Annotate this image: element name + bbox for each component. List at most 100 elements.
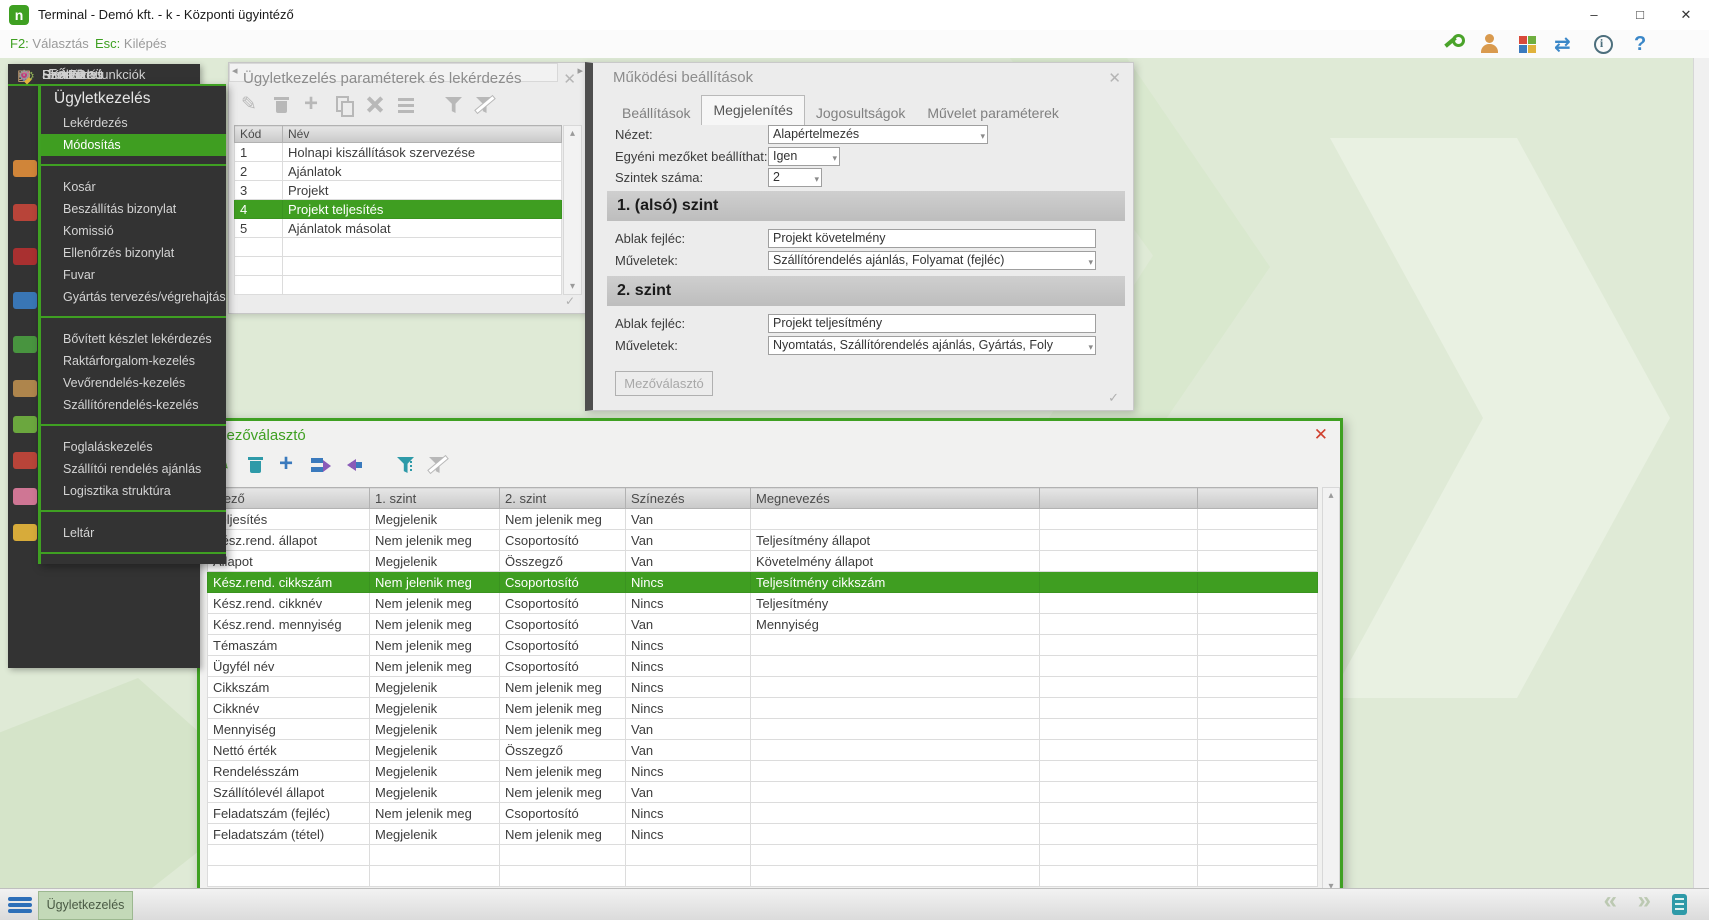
- cell-szint2[interactable]: Csoportosító: [500, 656, 626, 677]
- cell-mezo[interactable]: [208, 845, 370, 866]
- cell-megnevezes[interactable]: Teljesítmény cikkszám: [751, 572, 1040, 593]
- scroll-right-icon[interactable]: ▸: [577, 64, 583, 77]
- cell-szint2[interactable]: Nem jelenik meg: [500, 677, 626, 698]
- maximize-icon[interactable]: □: [1617, 0, 1663, 30]
- taskbar-tab-ugyletkezeles[interactable]: Ügyletkezelés: [38, 891, 133, 920]
- add-icon[interactable]: [276, 453, 300, 477]
- column-header[interactable]: Színezés: [626, 488, 751, 509]
- vertical-scrollbar[interactable]: ▴ ▾: [563, 125, 582, 295]
- table-row[interactable]: 2 Ajánlatok: [235, 162, 562, 181]
- hamburger-icon[interactable]: [8, 897, 32, 913]
- level2-ablak-input[interactable]: Projekt teljesítmény: [768, 314, 1096, 333]
- cell-empty[interactable]: [1040, 845, 1198, 866]
- column-header[interactable]: Kód: [235, 126, 283, 143]
- move-back-icon[interactable]: [340, 453, 364, 477]
- cell-mezo[interactable]: Kész.rend. cikknév: [208, 593, 370, 614]
- cell-empty[interactable]: [1040, 782, 1198, 803]
- cell-szinezes[interactable]: Van: [626, 782, 751, 803]
- cell-megnevezes[interactable]: [751, 509, 1040, 530]
- submenu-item[interactable]: [41, 164, 226, 166]
- cell-mezo[interactable]: Cikknév: [208, 698, 370, 719]
- submenu-item[interactable]: Gyártás tervezés/végrehajtás: [41, 286, 226, 308]
- submenu-item[interactable]: Ellenőrzés bizonylat: [41, 242, 226, 264]
- cell-szinezes[interactable]: Van: [626, 740, 751, 761]
- cell-mezo[interactable]: [208, 866, 370, 887]
- cell-megnevezes[interactable]: [751, 698, 1040, 719]
- cell-kod[interactable]: [235, 257, 283, 276]
- cell-nev[interactable]: [283, 238, 562, 257]
- cell-kod[interactable]: 1: [235, 143, 283, 162]
- cell-empty[interactable]: [1198, 824, 1318, 845]
- submenu-item[interactable]: [41, 316, 226, 318]
- cell-szinezes[interactable]: Van: [626, 719, 751, 740]
- tools-icon[interactable]: [363, 93, 387, 117]
- cell-empty[interactable]: [1040, 551, 1198, 572]
- cell-empty[interactable]: [1198, 782, 1318, 803]
- cell-empty[interactable]: [1040, 509, 1198, 530]
- table-row[interactable]: Témaszám Nem jelenik meg Csoportosító Ni…: [208, 635, 1318, 656]
- cell-szinezes[interactable]: Nincs: [626, 677, 751, 698]
- cell-nev[interactable]: Ajánlatok másolat: [283, 219, 562, 238]
- cell-szinezes[interactable]: Nincs: [626, 698, 751, 719]
- cell-szint2[interactable]: Nem jelenik meg: [500, 782, 626, 803]
- cell-empty[interactable]: [1198, 551, 1318, 572]
- submenu-item[interactable]: Kosár: [41, 176, 226, 198]
- table-row[interactable]: Kész.rend. mennyiség Nem jelenik meg Cso…: [208, 614, 1318, 635]
- filter-clear-icon[interactable]: [426, 453, 450, 477]
- sidebar-item[interactable]: Rendszerfunkciók: [8, 64, 200, 86]
- table-row[interactable]: [235, 257, 562, 276]
- cell-szint1[interactable]: Nem jelenik meg: [370, 530, 500, 551]
- cell-szinezes[interactable]: [626, 845, 751, 866]
- cell-szint1[interactable]: Megjelenik: [370, 677, 500, 698]
- table-row[interactable]: Cikkszám Megjelenik Nem jelenik meg Ninc…: [208, 677, 1318, 698]
- cell-szint1[interactable]: Nem jelenik meg: [370, 803, 500, 824]
- table-row[interactable]: Rendelésszám Megjelenik Nem jelenik meg …: [208, 761, 1318, 782]
- submenu-item[interactable]: Szállítói rendelés ajánlás: [41, 458, 226, 480]
- cell-empty[interactable]: [1198, 509, 1318, 530]
- cell-szint2[interactable]: Összegző: [500, 740, 626, 761]
- level2-muveletek-dropdown[interactable]: Nyomtatás, Szállítórendelés ajánlás, Gyá…: [768, 336, 1096, 355]
- cell-szint1[interactable]: Megjelenik: [370, 740, 500, 761]
- column-header[interactable]: Mező: [208, 488, 370, 509]
- cell-kod[interactable]: [235, 276, 283, 295]
- table-row[interactable]: Cikknév Megjelenik Nem jelenik meg Nincs: [208, 698, 1318, 719]
- submenu-item[interactable]: [41, 510, 226, 512]
- tab[interactable]: Jogosultságok: [805, 101, 917, 125]
- filter-icon[interactable]: [394, 453, 418, 477]
- close-icon[interactable]: ✕: [1663, 0, 1709, 30]
- submenu-item[interactable]: Bővített készlet lekérdezés: [41, 328, 226, 350]
- table-row[interactable]: [208, 845, 1318, 866]
- table-row[interactable]: Teljesítés Megjelenik Nem jelenik meg Va…: [208, 509, 1318, 530]
- cell-megnevezes[interactable]: [751, 824, 1040, 845]
- cell-megnevezes[interactable]: Mennyiség: [751, 614, 1040, 635]
- user-icon[interactable]: [1476, 31, 1502, 57]
- cell-megnevezes[interactable]: [751, 635, 1040, 656]
- cell-szint2[interactable]: Csoportosító: [500, 803, 626, 824]
- back-chevrons-icon[interactable]: «: [1604, 887, 1617, 915]
- cell-empty[interactable]: [1040, 824, 1198, 845]
- cell-empty[interactable]: [1198, 677, 1318, 698]
- cell-nev[interactable]: Ajánlatok: [283, 162, 562, 181]
- scroll-left-icon[interactable]: ◂: [232, 64, 238, 77]
- cell-szint1[interactable]: Megjelenik: [370, 824, 500, 845]
- cell-mezo[interactable]: Ügyfél név: [208, 656, 370, 677]
- close-icon[interactable]: ✕: [1108, 69, 1121, 87]
- table-row[interactable]: Ügyfél név Nem jelenik meg Csoportosító …: [208, 656, 1318, 677]
- apps-grid-icon[interactable]: [1514, 31, 1540, 57]
- table-row[interactable]: Feladatszám (fejléc) Nem jelenik meg Cso…: [208, 803, 1318, 824]
- cell-szint2[interactable]: Csoportosító: [500, 635, 626, 656]
- cell-empty[interactable]: [1040, 593, 1198, 614]
- cell-nev[interactable]: Projekt teljesítés: [283, 200, 562, 219]
- submenu-item[interactable]: Raktárforgalom-kezelés: [41, 350, 226, 372]
- document-list-icon[interactable]: [1672, 894, 1687, 915]
- cell-empty[interactable]: [1198, 656, 1318, 677]
- scroll-down-icon[interactable]: ▾: [564, 281, 581, 292]
- cell-megnevezes[interactable]: [751, 761, 1040, 782]
- tab[interactable]: Művelet paraméterek: [916, 101, 1070, 125]
- submenu-item[interactable]: Szállítórendelés-kezelés: [41, 394, 226, 416]
- cell-szint1[interactable]: [370, 866, 500, 887]
- transfer-icon[interactable]: [1552, 31, 1578, 57]
- cell-empty[interactable]: [1198, 761, 1318, 782]
- cell-megnevezes[interactable]: Teljesítmény: [751, 593, 1040, 614]
- minimize-icon[interactable]: –: [1571, 0, 1617, 30]
